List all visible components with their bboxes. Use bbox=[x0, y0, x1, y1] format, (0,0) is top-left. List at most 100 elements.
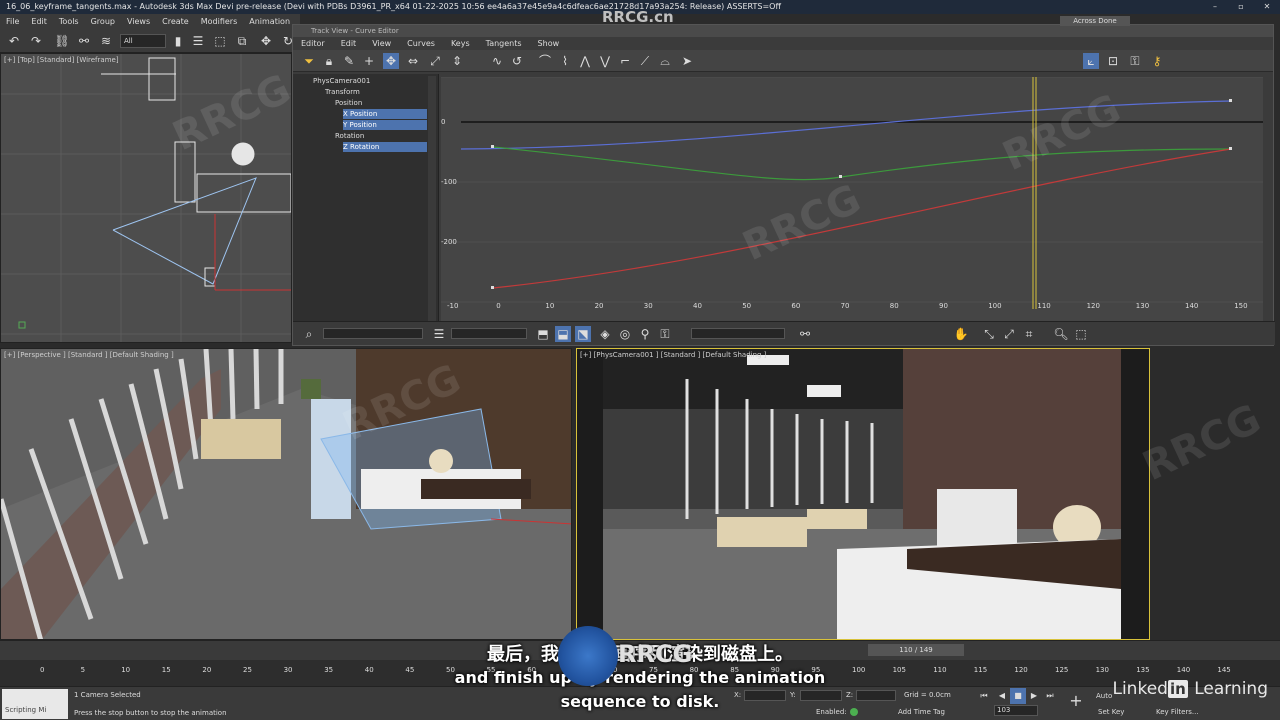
draw-curves-icon[interactable]: ✎ bbox=[341, 53, 357, 69]
menu-modifiers[interactable]: Modifiers bbox=[195, 14, 244, 29]
ce-menu-show[interactable]: Show bbox=[530, 37, 568, 50]
window-crossing-icon[interactable]: ⧉ bbox=[234, 33, 250, 49]
slide-keys-icon[interactable]: ⇔ bbox=[405, 53, 421, 69]
tangent-smooth-icon[interactable]: ⌓ bbox=[657, 53, 673, 69]
bind-space-warp-icon[interactable]: ≋ bbox=[98, 33, 114, 49]
ce-track-name-field[interactable] bbox=[323, 328, 423, 339]
rrcg-logo-text: RRCG bbox=[618, 640, 693, 668]
x-axis-label: 30 bbox=[643, 302, 653, 310]
camera-viewport-label[interactable]: [+] [PhysCamera001 ] [Standard ] [Defaul… bbox=[580, 351, 766, 359]
show-selected-icon[interactable]: ⬒ bbox=[535, 326, 551, 342]
ce-selection-dropdown[interactable] bbox=[451, 328, 527, 339]
persp-viewport-label[interactable]: [+] [Perspective ] [Standard ] [Default … bbox=[4, 351, 174, 359]
ce-menu-view[interactable]: View bbox=[364, 37, 399, 50]
unlink-icon[interactable]: ⚯ bbox=[76, 33, 92, 49]
zoom-time-icon[interactable]: ⌗ bbox=[1021, 326, 1037, 342]
show-keys-icon[interactable]: ⬔ bbox=[575, 326, 591, 342]
curve-graph[interactable]: 0 -100 -200 -10 0 10 20 30 40 50 60 70 80 90 100 110… bbox=[441, 77, 1263, 323]
menu-animation[interactable]: Animation bbox=[243, 14, 296, 29]
redo-icon[interactable]: ↷ bbox=[28, 33, 44, 49]
tangent-fast-icon[interactable]: ⋀ bbox=[577, 53, 593, 69]
ce-frame-field[interactable] bbox=[691, 328, 785, 339]
tree-item-rotation[interactable]: Rotation bbox=[335, 131, 364, 141]
ce-menu-editor[interactable]: Editor bbox=[293, 37, 333, 50]
curve-graph-svg bbox=[441, 77, 1263, 309]
frame-values-icon[interactable]: ⤢ bbox=[1001, 326, 1017, 342]
x-axis-label: 0 bbox=[496, 302, 501, 310]
scale-keys-icon[interactable]: ⤢ bbox=[427, 53, 443, 69]
ce-menu-curves[interactable]: Curves bbox=[399, 37, 443, 50]
tree-scrollbar[interactable] bbox=[428, 76, 436, 326]
zoom-region-icon[interactable]: ⬚ bbox=[1073, 326, 1089, 342]
lock-track-icon[interactable]: ⚿ bbox=[657, 326, 673, 342]
tangent-auto-icon[interactable]: ⌒ bbox=[537, 53, 553, 69]
y-label-100: -100 bbox=[441, 178, 457, 186]
show-all-tangents-icon[interactable]: ⬓ bbox=[555, 326, 571, 342]
minimize-icon[interactable]: – bbox=[1202, 0, 1228, 14]
tree-item-z-rotation[interactable]: Z Rotation bbox=[343, 142, 427, 152]
lock-icon[interactable]: 🔒︎ bbox=[321, 53, 337, 69]
select-cursor-icon[interactable]: ➤ bbox=[679, 53, 695, 69]
perspective-viewport[interactable]: [+] [Perspective ] [Standard ] [Default … bbox=[0, 348, 572, 640]
ce-menu-edit[interactable]: Edit bbox=[333, 37, 365, 50]
x-axis-label: 110 bbox=[1037, 302, 1051, 310]
pan-icon[interactable]: ✋ bbox=[953, 326, 969, 342]
maximize-icon[interactable]: ▫ bbox=[1228, 0, 1254, 14]
ce-menu-keys[interactable]: Keys bbox=[443, 37, 478, 50]
workspace-button[interactable]: Across Done bbox=[1060, 16, 1130, 26]
menu-group[interactable]: Group bbox=[85, 14, 121, 29]
tree-item-physcamera[interactable]: PhysCamera001 bbox=[313, 76, 370, 86]
menu-views[interactable]: Views bbox=[121, 14, 156, 29]
tangent-step-icon[interactable]: ⌐ bbox=[617, 53, 633, 69]
scale-values-icon[interactable]: ⇕ bbox=[449, 53, 465, 69]
show-tangents-icon[interactable]: ⟀ bbox=[1083, 53, 1099, 69]
lock-selection-icon[interactable]: ⚿ bbox=[1127, 53, 1143, 69]
menu-create[interactable]: Create bbox=[156, 14, 195, 29]
tangent-linear-icon[interactable]: ⟋ bbox=[637, 53, 653, 69]
move-keys-icon[interactable]: ✥ bbox=[383, 53, 399, 69]
curve-editor-title: Track View - Curve Editor bbox=[293, 25, 1273, 37]
top-viewport[interactable]: [+] [Top] [Standard] [Wireframe] bbox=[0, 53, 292, 343]
filter-icon[interactable]: ⏷ bbox=[301, 53, 317, 69]
tree-item-transform[interactable]: Transform bbox=[325, 87, 360, 97]
snap-icon[interactable]: ◎ bbox=[617, 326, 633, 342]
top-viewport-label[interactable]: [+] [Top] [Standard] [Wireframe] bbox=[4, 56, 119, 64]
camera-viewport[interactable]: [+] [PhysCamera001 ] [Standard ] [Defaul… bbox=[576, 348, 1150, 640]
menu-file[interactable]: File bbox=[0, 14, 25, 29]
menu-tools[interactable]: Tools bbox=[53, 14, 85, 29]
pin-icon[interactable]: ⚲ bbox=[637, 326, 653, 342]
curve-editor-menu: Editor Edit View Curves Keys Tangents Show bbox=[293, 37, 1273, 50]
tangent-slow-icon[interactable]: ⋁ bbox=[597, 53, 613, 69]
add-keys-icon[interactable]: + bbox=[361, 53, 377, 69]
zoom-selected-icon[interactable]: ⌕ bbox=[301, 326, 317, 342]
y-position-curve bbox=[492, 146, 1232, 181]
close-icon[interactable]: ✕ bbox=[1254, 0, 1280, 14]
tree-item-position[interactable]: Position bbox=[335, 98, 362, 108]
ce-menu-tangents[interactable]: Tangents bbox=[478, 37, 530, 50]
learning-word: Learning bbox=[1194, 679, 1268, 699]
parameter-out-of-range-icon[interactable]: ∿ bbox=[489, 53, 505, 69]
menu-edit[interactable]: Edit bbox=[25, 14, 53, 29]
reduce-keys-icon[interactable]: ↺ bbox=[509, 53, 525, 69]
zoom-icon[interactable]: 🔍︎ bbox=[1053, 326, 1069, 342]
isolate-curve-icon[interactable]: ⊡ bbox=[1105, 53, 1121, 69]
select-object-icon[interactable]: ▮ bbox=[170, 33, 186, 49]
frame-horizontal-icon[interactable]: ⤡ bbox=[981, 326, 997, 342]
x-axis-label: 130 bbox=[1135, 302, 1150, 310]
curve-editor-status-toolbar: ⌕ ☰ ⬒ ⬓ ⬔ ◈ ◎ ⚲ ⚿ ⚯ ✋ ⤡ ⤢ ⌗ 🔍︎ ⬚ bbox=[293, 321, 1275, 345]
tree-item-x-position[interactable]: X Position bbox=[343, 109, 427, 119]
link-icon[interactable]: ⛓ bbox=[54, 33, 70, 49]
key-lock-icon[interactable]: ⚷ bbox=[1149, 53, 1165, 69]
layer-icon[interactable]: ◈ bbox=[597, 326, 613, 342]
tree-item-y-position[interactable]: Y Position bbox=[343, 120, 427, 130]
tangent-custom-icon[interactable]: ⌇ bbox=[557, 53, 573, 69]
key-stats-icon[interactable]: ⚯ bbox=[797, 326, 813, 342]
rect-selection-icon[interactable]: ⬚ bbox=[212, 33, 228, 49]
subtitle-english-line1: and finish up by rendering the animation bbox=[454, 668, 826, 687]
select-by-name-icon[interactable]: ☰ bbox=[190, 33, 206, 49]
undo-icon[interactable]: ↶ bbox=[6, 33, 22, 49]
selection-filter-dropdown[interactable]: All bbox=[120, 34, 166, 48]
move-icon[interactable]: ✥ bbox=[258, 33, 274, 49]
track-list-icon[interactable]: ☰ bbox=[431, 326, 447, 342]
x-axis-label: 140 bbox=[1185, 302, 1199, 310]
